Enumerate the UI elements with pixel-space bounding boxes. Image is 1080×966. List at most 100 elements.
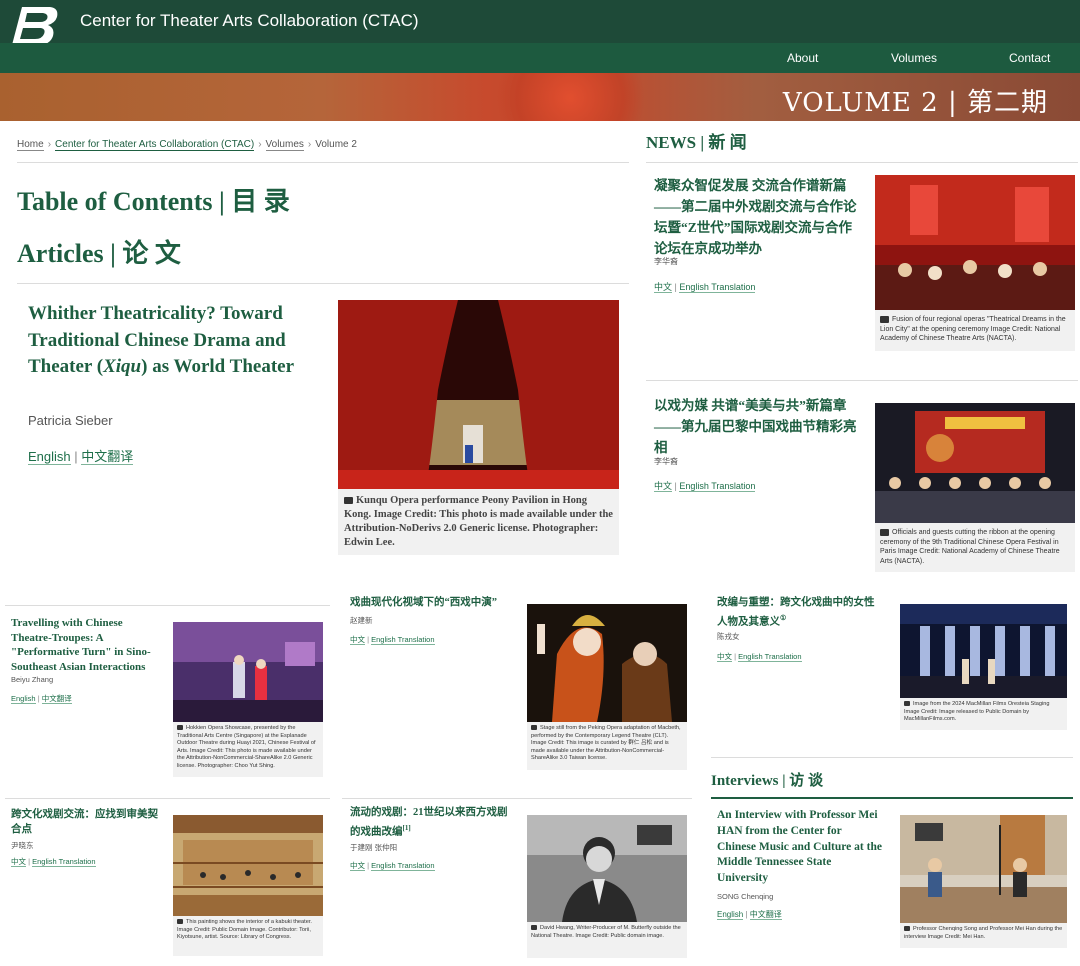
news-heading: NEWS | 新 闻 xyxy=(646,133,747,152)
breadcrumb-volumes[interactable]: Volumes xyxy=(265,139,304,151)
link-english-translation[interactable]: English Translation xyxy=(32,857,96,867)
article-card-links: 中文 | English Translation xyxy=(717,652,802,662)
divider xyxy=(646,380,1078,381)
article-card-author: 陈戎女 xyxy=(717,632,740,641)
article-card-caption: Hokkien Opera Showcase, presented by the… xyxy=(173,722,323,777)
camera-icon xyxy=(531,725,537,731)
breadcrumb-home[interactable]: Home xyxy=(17,139,44,151)
article-card-links: 中文 | English Translation xyxy=(350,861,435,871)
link-chinese-translation[interactable]: 中文翻译 xyxy=(41,694,72,704)
volume-banner: VOLUME 2 | 第二期 xyxy=(0,73,1080,121)
camera-icon xyxy=(531,925,537,931)
article-card-author: 尹晓东 xyxy=(11,841,34,850)
camera-icon xyxy=(344,497,353,505)
link-chinese[interactable]: 中文 xyxy=(350,861,365,871)
link-english-translation[interactable]: English Translation xyxy=(371,635,435,645)
news-image-caption: Officials and guests cutting the ribbon … xyxy=(875,523,1075,572)
divider xyxy=(711,757,1073,758)
articles-heading: Articles | 论 文 xyxy=(17,239,181,268)
interview-author: SONG Chenqing xyxy=(717,892,774,901)
breadcrumb-ctac[interactable]: Center for Theater Arts Collaboration (C… xyxy=(55,139,255,151)
article-card-title[interactable]: 改编与重塑：跨文化戏曲中的女性人物及其意义① xyxy=(717,596,877,630)
banner-artwork xyxy=(470,73,670,121)
article-card-links: 中文 | English Translation xyxy=(350,635,435,645)
news-item-author: 李华裔 xyxy=(654,457,678,466)
link-chinese-translation[interactable]: 中文翻译 xyxy=(81,449,134,465)
article-card-image[interactable] xyxy=(173,815,323,916)
featured-article-image[interactable] xyxy=(338,300,619,489)
link-english[interactable]: English xyxy=(11,694,36,704)
link-chinese[interactable]: 中文 xyxy=(654,282,673,293)
article-card-image[interactable] xyxy=(527,815,687,922)
link-chinese[interactable]: 中文 xyxy=(350,635,365,645)
interviews-heading: Interviews | 访 谈 xyxy=(711,773,824,789)
interview-image[interactable] xyxy=(900,815,1067,923)
link-english-translation[interactable]: English Translation xyxy=(679,282,756,293)
article-card-caption: Image from the 2024 MacMillan Films Ores… xyxy=(900,698,1067,730)
article-card-caption: David Hwang, Writer-Producer of M. Butte… xyxy=(527,922,687,958)
divider xyxy=(711,797,1073,799)
featured-article-title[interactable]: Whither Theatricality? Toward Traditiona… xyxy=(28,301,318,381)
camera-icon xyxy=(880,315,889,323)
link-english-translation[interactable]: English Translation xyxy=(679,481,756,492)
news-item-author: 李华裔 xyxy=(654,257,678,266)
article-card-title[interactable]: 跨文化戏剧交流：应找到审美契合点 xyxy=(11,808,161,837)
toc-heading: Table of Contents | 目 录 xyxy=(17,187,290,216)
camera-icon xyxy=(177,725,183,731)
divider xyxy=(5,605,330,606)
article-card-image[interactable] xyxy=(900,604,1067,698)
news-item-title[interactable]: 以戏为媒 共谱“美美与共”新篇章——第九届巴黎中国戏曲节精彩亮相 xyxy=(654,395,864,458)
nav-about[interactable]: About xyxy=(787,51,818,65)
divider xyxy=(5,798,330,799)
news-item-title[interactable]: 凝聚众智促发展 交流合作谱新篇——第二届中外戏剧交流与合作论坛暨“Z世代”国际戏… xyxy=(654,175,859,259)
nav-volumes[interactable]: Volumes xyxy=(891,51,937,65)
site-title[interactable]: Center for Theater Arts Collaboration (C… xyxy=(80,11,419,31)
chevron-right-icon: › xyxy=(307,139,312,150)
camera-icon xyxy=(880,528,889,536)
article-card-title[interactable]: 戏曲现代化视域下的“西戏中演” xyxy=(350,596,520,611)
article-card-image[interactable] xyxy=(527,604,687,722)
featured-article-links: English | 中文翻译 xyxy=(28,449,134,465)
divider xyxy=(646,162,1078,163)
divider xyxy=(17,162,629,163)
news-item-links: 中文 | English Translation xyxy=(654,481,756,492)
interview-links: English | 中文翻译 xyxy=(717,910,782,920)
news-item-links: 中文 | English Translation xyxy=(654,282,756,293)
news-item-image[interactable] xyxy=(875,175,1075,310)
article-card-image[interactable] xyxy=(173,622,323,722)
article-card-title[interactable]: Travelling with Chinese Theatre-Troupes:… xyxy=(11,616,161,674)
article-card-author: Beiyu Zhang xyxy=(11,675,54,684)
news-item-image[interactable] xyxy=(875,403,1075,523)
article-card-author: 赵建新 xyxy=(350,616,373,625)
interview-image-caption: Professor Chenqing Song and Professor Me… xyxy=(900,923,1067,948)
main-nav: About Volumes Contact xyxy=(0,43,1080,73)
camera-icon xyxy=(177,919,183,925)
article-card-caption: Stage still from the Peking Opera adapta… xyxy=(527,722,687,770)
article-card-caption: This painting shows the interior of a ka… xyxy=(173,916,323,956)
nav-contact[interactable]: Contact xyxy=(1009,51,1050,65)
link-english-translation[interactable]: English Translation xyxy=(371,861,435,871)
article-card-title[interactable]: 流动的戏剧：21世纪以来西方戏剧的戏曲改编[1] xyxy=(350,806,510,840)
site-header: Center for Theater Arts Collaboration (C… xyxy=(0,0,1080,45)
link-english[interactable]: English xyxy=(717,910,744,920)
interview-title[interactable]: An Interview with Professor Mei HAN from… xyxy=(717,808,882,887)
link-chinese[interactable]: 中文 xyxy=(11,857,26,867)
camera-icon xyxy=(904,926,910,932)
divider xyxy=(342,798,692,799)
chevron-right-icon: › xyxy=(258,139,262,150)
article-card-links: 中文 | English Translation xyxy=(11,857,96,867)
link-english[interactable]: English xyxy=(28,449,71,465)
link-chinese[interactable]: 中文 xyxy=(654,481,673,492)
news-image-caption: Fusion of four regional operas "Theatric… xyxy=(875,310,1075,351)
banner-title: VOLUME 2 | 第二期 xyxy=(782,88,1048,118)
article-card-author: 于建刚 张仲阳 xyxy=(350,843,398,852)
chevron-right-icon: › xyxy=(47,139,52,150)
link-chinese[interactable]: 中文 xyxy=(717,652,732,662)
breadcrumb: Home › Center for Theater Arts Collaborati… xyxy=(17,139,357,151)
link-chinese-translation[interactable]: 中文翻译 xyxy=(749,910,782,920)
featured-article-author: Patricia Sieber xyxy=(28,413,113,428)
featured-image-caption: Kunqu Opera performance Peony Pavilion i… xyxy=(338,489,619,555)
link-english-translation[interactable]: English Translation xyxy=(738,652,802,662)
camera-icon xyxy=(904,701,910,707)
breadcrumb-current: Volume 2 xyxy=(315,139,357,150)
